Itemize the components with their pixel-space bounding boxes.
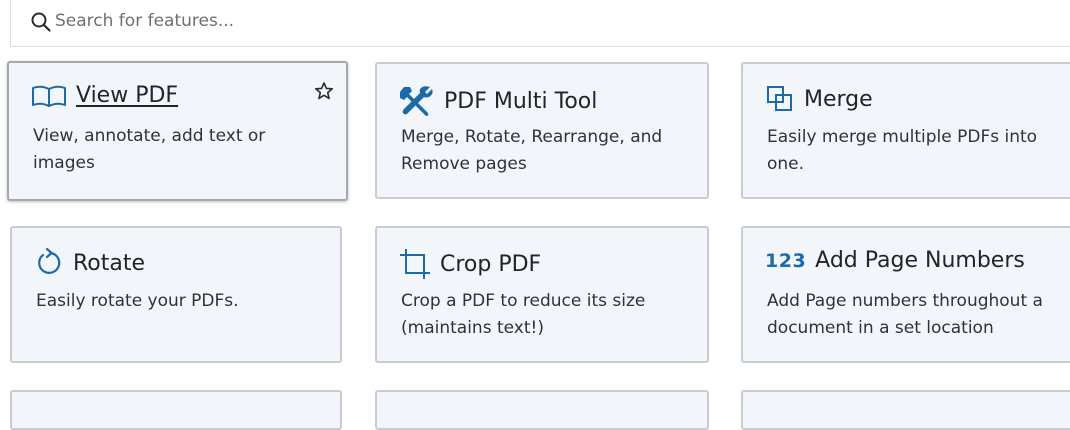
feature-card-partial[interactable]: [10, 390, 342, 430]
feature-card-view-pdf[interactable]: View PDF View, annotate, add text or ima…: [7, 61, 348, 201]
feature-card-pdf-multi-tool[interactable]: PDF Multi Tool Merge, Rotate, Rearrange,…: [375, 62, 709, 199]
card-title[interactable]: PDF Multi Tool: [444, 89, 597, 114]
star-icon[interactable]: [314, 81, 334, 101]
card-title[interactable]: Crop PDF: [440, 252, 541, 277]
crop-icon: [399, 248, 431, 280]
rotate-icon: [34, 248, 64, 278]
card-title[interactable]: View PDF: [76, 83, 178, 108]
card-title[interactable]: Add Page Numbers: [815, 248, 1025, 273]
card-description: Merge, Rotate, Rearrange, and Remove pag…: [401, 127, 663, 174]
card-description: Add Page numbers throughout a document i…: [767, 291, 1043, 338]
search-bar: [10, 0, 1070, 47]
book-open-icon: [31, 84, 67, 108]
feature-card-partial[interactable]: [741, 390, 1070, 430]
search-input[interactable]: [55, 8, 655, 34]
card-title[interactable]: Rotate: [73, 251, 145, 276]
card-description: View, annotate, add text or images: [33, 126, 266, 173]
page-numbers-icon: 123: [765, 249, 807, 272]
tools-icon: [399, 84, 435, 118]
card-description: Crop a PDF to reduce its size (maintains…: [401, 291, 646, 338]
search-icon: [30, 11, 52, 33]
card-description: Easily rotate your PDFs.: [36, 291, 239, 311]
feature-card-crop-pdf[interactable]: Crop PDF Crop a PDF to reduce its size (…: [375, 226, 709, 363]
feature-card-rotate[interactable]: Rotate Easily rotate your PDFs.: [10, 226, 342, 363]
merge-icon: [765, 84, 795, 114]
feature-card-partial[interactable]: [375, 390, 709, 430]
feature-card-add-page-numbers[interactable]: 123 Add Page Numbers Add Page numbers th…: [741, 226, 1070, 363]
card-description: Easily merge multiple PDFs into one.: [767, 127, 1038, 174]
card-title[interactable]: Merge: [804, 87, 873, 112]
feature-card-merge[interactable]: Merge Easily merge multiple PDFs into on…: [741, 62, 1070, 199]
